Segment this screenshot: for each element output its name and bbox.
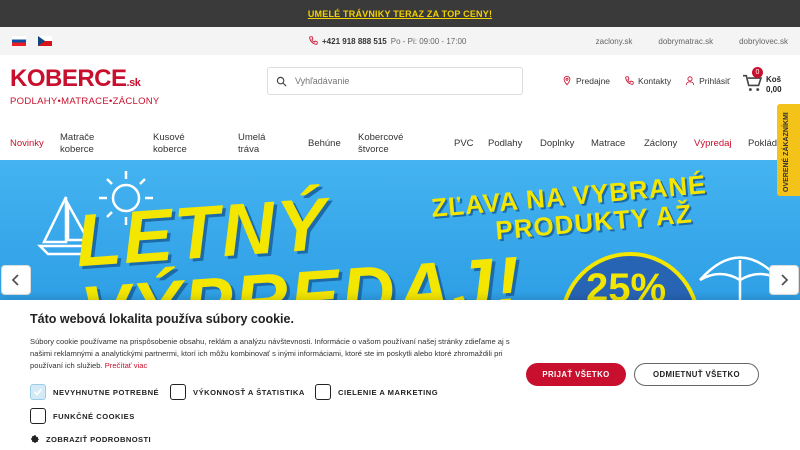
verified-reviews-label: OVERENÉ ZÁKAZNÍKMI: [783, 112, 790, 192]
cookie-options: NEVYHNUTNE POTREBNÉ VÝKONNOSŤ A ŠTATISTI…: [30, 384, 770, 400]
checkmark-icon: [33, 388, 43, 396]
hero-banner[interactable]: LETNÝ VÝPREDAJ! ZĽAVA NA VYBRANÉ PRODUKT…: [0, 160, 800, 300]
checkbox-necessary[interactable]: [30, 384, 46, 400]
checkbox-marketing[interactable]: [315, 384, 331, 400]
chevron-left-icon: [11, 274, 19, 286]
logo[interactable]: KOBERCE.sk PODLAHY•MATRACE•ZÁCLONY: [10, 67, 175, 108]
slovak-flag-icon[interactable]: [12, 36, 26, 46]
cookie-banner: Táto webová lokalita používa súbory cook…: [0, 300, 800, 450]
checkbox-performance[interactable]: [170, 384, 186, 400]
nav-label: Záclony: [644, 137, 678, 149]
cart-summary: Koš 0,00: [766, 75, 782, 95]
checkbox-functional[interactable]: [30, 408, 46, 424]
cookie-options-row2: FUNKČNÉ COOKIES: [30, 408, 770, 424]
nav-label: Umelá: [238, 131, 266, 143]
carousel-next-button[interactable]: [769, 265, 799, 295]
nav-item-behune[interactable]: Behúne: [308, 138, 358, 150]
partner-link-zaclony[interactable]: zaclony.sk: [596, 37, 633, 46]
partner-link-dobrymatrac[interactable]: dobrymatrac.sk: [658, 37, 713, 46]
logo-tagline: PODLAHY•MATRACE•ZÁCLONY: [10, 96, 160, 107]
stores-link[interactable]: Predajne: [562, 75, 610, 86]
nav-label: Matrace: [591, 137, 626, 149]
nav-label: Behúne: [308, 137, 341, 149]
logo-brand-text: KOBERCE: [10, 65, 127, 92]
show-details-toggle[interactable]: ZOBRAZIŤ PODROBNOSTI: [30, 434, 770, 444]
cart-label: Koš: [766, 75, 782, 84]
cookie-option-performance[interactable]: VÝKONNOSŤ A ŠTATISTIKA: [170, 384, 315, 400]
nav-label-line2: tráva: [238, 143, 260, 155]
nav-label: Matrače: [60, 131, 95, 143]
nav-label: PVC: [454, 137, 474, 149]
phone-icon: [309, 36, 318, 45]
cookie-description: Súbory cookie používame na prispôsobenie…: [30, 336, 510, 372]
cart-amount: 0,00: [766, 85, 782, 94]
phone-number[interactable]: +421 918 888 515: [322, 37, 387, 46]
cookie-title: Táto webová lokalita používa súbory cook…: [30, 312, 294, 326]
cookie-option-necessary[interactable]: NEVYHNUTNE POTREBNÉ: [30, 384, 170, 400]
search-icon[interactable]: [276, 76, 287, 87]
carousel-prev-button[interactable]: [1, 265, 31, 295]
verified-reviews-tab[interactable]: OVERENÉ ZÁKAZNÍKMI: [777, 104, 800, 196]
nav-label-line2: koberce: [153, 143, 187, 155]
nav-item-umela-trava[interactable]: Umelá tráva: [238, 132, 308, 156]
nav-item-doplnky[interactable]: Doplnky: [540, 138, 591, 150]
czech-flag-icon[interactable]: [38, 36, 52, 46]
partner-links: zaclony.sk dobrymatrac.sk dobrylovec.sk: [596, 37, 788, 46]
accept-all-button[interactable]: PRIJAŤ VŠETKO: [526, 363, 626, 386]
header: KOBERCE.sk PODLAHY•MATRACE•ZÁCLONY Preda…: [0, 55, 800, 119]
promo-bar: UMELÉ TRÁVNIKY TERAZ ZA TOP CENY!: [0, 0, 800, 27]
nav-item-kobercove-stvorce[interactable]: Kobercové štvorce: [358, 132, 454, 156]
nav-item-kusove-koberce[interactable]: Kusové koberce: [153, 132, 238, 156]
login-label: Prihlásiť: [699, 75, 731, 86]
cart-button[interactable]: 0 Koš 0,00: [742, 67, 800, 97]
cookie-option-label: VÝKONNOSŤ A ŠTATISTIKA: [193, 387, 305, 397]
gear-icon: [31, 435, 39, 443]
nav-item-novinky[interactable]: Novinky: [10, 138, 60, 150]
nav-item-matrace-koberce[interactable]: Matrače koberce: [60, 132, 153, 156]
nav-item-pvc[interactable]: PVC: [454, 138, 488, 150]
opening-hours: Po - Pi: 09:00 - 17:00: [390, 36, 467, 46]
phone-info: +421 918 888 515 Po - Pi: 09:00 - 17:00: [308, 36, 466, 46]
nav-item-podlahy[interactable]: Podlahy: [488, 138, 540, 150]
nav-label-line2: štvorce: [358, 143, 389, 155]
cookie-option-label: NEVYHNUTNE POTREBNÉ: [53, 387, 160, 397]
phone-icon: [625, 75, 634, 85]
partner-link-dobrylovec[interactable]: dobrylovec.sk: [739, 37, 788, 46]
user-icon: [685, 75, 695, 85]
cookie-option-functional[interactable]: FUNKČNÉ COOKIES: [30, 408, 135, 424]
stores-label: Predajne: [576, 75, 611, 86]
nav-item-matrace[interactable]: Matrace: [591, 138, 644, 150]
reject-all-button[interactable]: ODMIETNUŤ VŠETKO: [634, 363, 759, 386]
nav-item-zaclony[interactable]: Záclony: [644, 138, 694, 150]
nav-item-vypredaj[interactable]: Výpredaj: [694, 138, 748, 150]
contacts-link[interactable]: Kontakty: [624, 76, 671, 86]
login-link[interactable]: Prihlásiť: [685, 76, 730, 86]
search-box: [267, 67, 523, 95]
header-links: Predajne Kontakty Prihlásiť: [562, 75, 730, 86]
cookie-option-label: CIELENIE A MARKETING: [338, 387, 439, 397]
nav-label-line2: koberce: [60, 143, 94, 155]
nav-label: Výpredaj: [694, 137, 732, 149]
discount-value: 25%: [586, 266, 667, 300]
read-more-link[interactable]: Prečítať viac: [105, 361, 148, 370]
cookie-option-marketing[interactable]: CIELENIE A MARKETING: [315, 384, 455, 400]
nav-label: Kobercové: [358, 131, 404, 143]
cart-count-badge: 0: [752, 67, 763, 78]
search-input[interactable]: [295, 76, 505, 86]
location-pin-icon: [563, 75, 571, 86]
nav-label: Kusové: [153, 131, 185, 143]
chevron-right-icon: [781, 274, 789, 286]
topbar: +421 918 888 515 Po - Pi: 09:00 - 17:00 …: [0, 27, 800, 55]
promo-link[interactable]: UMELÉ TRÁVNIKY TERAZ ZA TOP CENY!: [308, 9, 492, 19]
logo-brand: KOBERCE.sk: [10, 67, 175, 95]
nav-label: Doplnky: [540, 137, 575, 149]
cookie-body: Súbory cookie používame na prispôsobenie…: [30, 337, 510, 370]
nav-label: Podlahy: [488, 137, 523, 149]
show-details-label: ZOBRAZIŤ PODROBNOSTI: [46, 434, 152, 444]
contacts-label: Kontakty: [638, 75, 672, 86]
discount-badge: 25%: [560, 252, 700, 300]
logo-suffix: .sk: [126, 77, 141, 89]
nav-label: Novinky: [10, 137, 44, 149]
cookie-option-label: FUNKČNÉ COOKIES: [53, 411, 135, 421]
